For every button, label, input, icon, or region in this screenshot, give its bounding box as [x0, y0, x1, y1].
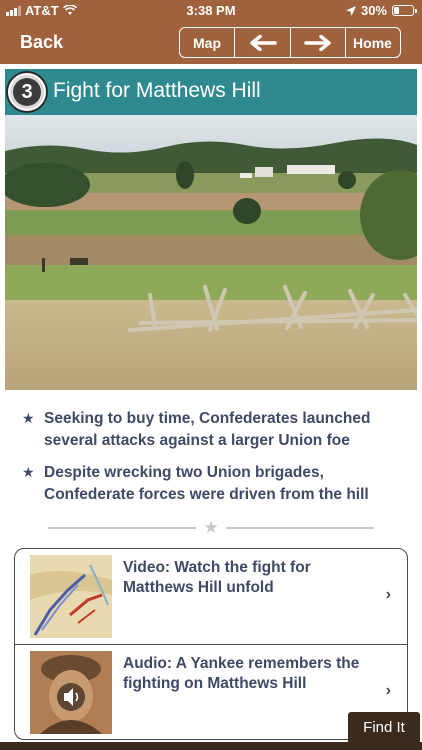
audio-item-label: Audio: A Yankee remembers the fighting o… — [123, 655, 360, 692]
divider-line-right — [226, 527, 374, 529]
find-it-button[interactable]: Find It — [348, 712, 420, 742]
previous-stop-button[interactable] — [235, 28, 291, 57]
divider-star-icon: ★ — [203, 518, 219, 537]
battle-map-thumbnail — [30, 555, 112, 638]
stop-number-badge: 3 — [8, 73, 46, 111]
star-bullet-icon: ★ — [22, 410, 35, 426]
stop-number: 3 — [13, 78, 41, 106]
battery-level — [394, 7, 400, 14]
status-bar: AT&T 3:38 PM 30% — [0, 0, 422, 22]
key-point-item: ★ Seeking to buy time, Confederates laun… — [22, 408, 402, 452]
status-right: 30% — [345, 3, 417, 18]
chevron-right-icon: › — [385, 586, 391, 603]
section-divider: ★ — [48, 518, 374, 538]
nav-bar: Back Map Home — [0, 22, 422, 64]
map-button[interactable]: Map — [180, 28, 235, 57]
bottom-bar — [0, 742, 422, 750]
location-arrow-icon — [345, 5, 356, 16]
page-title: Fight for Matthews Hill — [53, 79, 261, 102]
video-item[interactable]: Video: Watch the fight for Matthews Hill… — [15, 549, 407, 644]
stop-title-band: 3 Fight for Matthews Hill — [5, 69, 417, 115]
star-bullet-icon: ★ — [22, 464, 35, 480]
soldier-portrait-thumbnail — [30, 651, 112, 734]
video-item-label: Video: Watch the fight for Matthews Hill… — [123, 559, 311, 596]
back-button[interactable]: Back — [20, 32, 63, 53]
battlefield-photo — [5, 115, 417, 390]
arrow-right-icon — [304, 34, 331, 51]
media-list: Video: Watch the fight for Matthews Hill… — [14, 548, 408, 740]
battery-percent: 30% — [360, 3, 387, 18]
chevron-right-icon: › — [385, 682, 391, 699]
key-point-text: Despite wrecking two Union brigades, Con… — [44, 464, 369, 503]
divider-line-left — [48, 527, 196, 529]
nav-segmented-control: Map Home — [179, 27, 401, 58]
key-point-item: ★ Despite wrecking two Union brigades, C… — [22, 462, 402, 506]
key-point-text: Seeking to buy time, Confederates launch… — [44, 410, 371, 449]
home-button[interactable]: Home — [346, 28, 399, 57]
key-points-list: ★ Seeking to buy time, Confederates laun… — [22, 408, 402, 516]
next-stop-button[interactable] — [291, 28, 346, 57]
arrow-left-icon — [249, 34, 277, 51]
battery-icon — [392, 5, 417, 16]
